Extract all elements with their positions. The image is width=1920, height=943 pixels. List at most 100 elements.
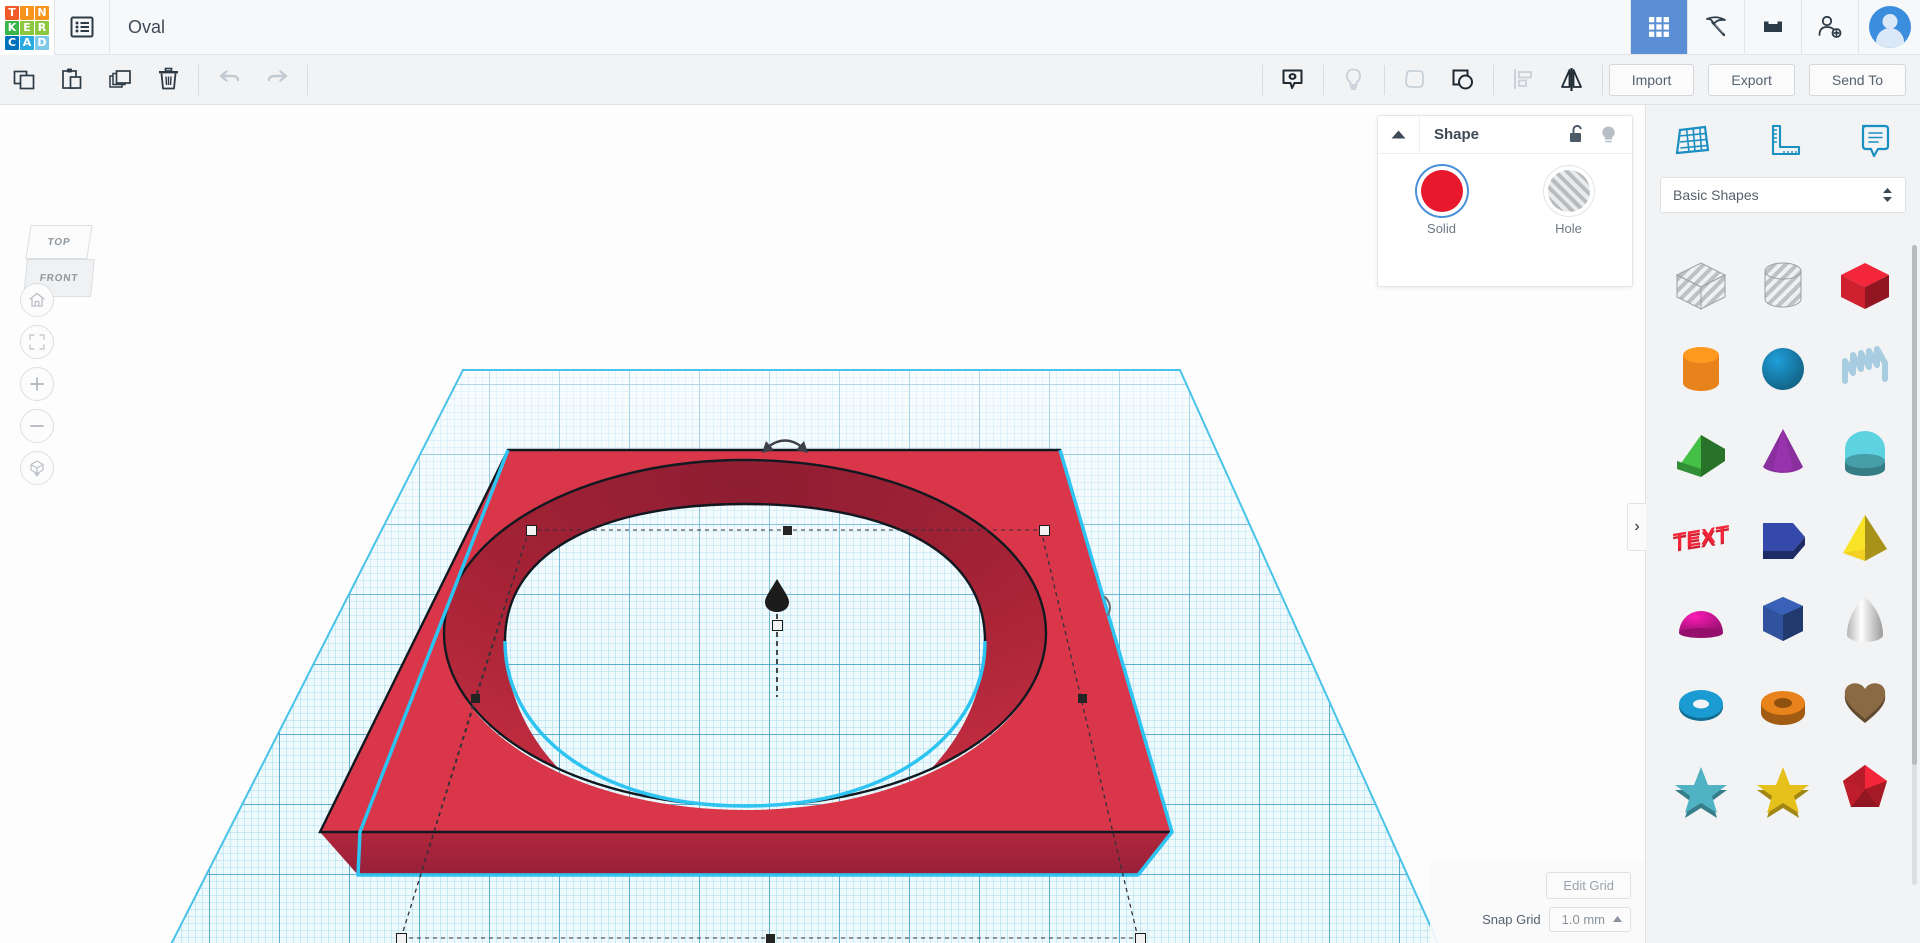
edge-handle-bottom[interactable]: [766, 934, 775, 943]
light-button[interactable]: [1330, 55, 1378, 105]
zoom-in-icon: [30, 377, 44, 391]
category-select-wrap: Basic Shapes: [1646, 177, 1920, 225]
send-to-button[interactable]: Send To: [1808, 63, 1906, 96]
delete-button[interactable]: [144, 55, 192, 105]
logo-tile-d: D: [35, 35, 49, 50]
edge-handle-left[interactable]: [471, 694, 480, 703]
sphere-blue-icon: [1762, 348, 1804, 390]
edge-handle-top[interactable]: [783, 526, 792, 535]
tab-workplane[interactable]: [1646, 120, 1737, 162]
note-button[interactable]: [1269, 55, 1317, 105]
heart-brown-icon: [1844, 683, 1886, 723]
cone-purple-icon: [1763, 429, 1803, 473]
category-select[interactable]: Basic Shapes: [1660, 177, 1906, 213]
shape-item-torus-blue[interactable]: [1660, 663, 1742, 747]
shape-option-solid[interactable]: Solid: [1378, 170, 1505, 236]
tab-notes[interactable]: [1829, 120, 1920, 162]
shape-item-star-yellow[interactable]: [1742, 747, 1824, 831]
zoom-out-button[interactable]: [20, 409, 54, 443]
zoom-in-button[interactable]: [20, 367, 54, 401]
box-red-icon: [1841, 263, 1889, 309]
copy-button[interactable]: [0, 55, 48, 105]
shape-item-text-red[interactable]: TEXT TEXT: [1660, 495, 1742, 579]
resize-handle-bottom-right[interactable]: [1135, 933, 1146, 943]
perspective-toggle-icon: [30, 460, 44, 477]
undo-button[interactable]: [205, 55, 253, 105]
shape-item-heart-brown[interactable]: [1824, 663, 1906, 747]
object-tools-group: [1256, 55, 1609, 105]
perspective-toggle-button[interactable]: [20, 451, 54, 485]
view-cube-top-face[interactable]: TOP: [25, 225, 93, 259]
edit-grid-button[interactable]: Edit Grid: [1546, 871, 1631, 899]
shape-light-button[interactable]: [1592, 125, 1624, 145]
shape-item-roof-teal[interactable]: [1824, 411, 1906, 495]
snap-grid-select[interactable]: 1.0 mm: [1548, 906, 1631, 932]
duplicate-button[interactable]: [96, 55, 144, 105]
document-title[interactable]: Oval: [110, 0, 165, 54]
sidebar-scrollbar[interactable]: [1912, 245, 1917, 885]
fit-to-view-button[interactable]: [20, 325, 54, 359]
shape-item-pyramid-yellow[interactable]: [1824, 495, 1906, 579]
logo-tile-i: I: [20, 5, 34, 20]
shape-item-wedge-green[interactable]: [1660, 411, 1742, 495]
shape-item-cylinder-hole[interactable]: [1742, 243, 1824, 327]
shape-lock-button[interactable]: [1560, 125, 1592, 144]
align-icon: [1514, 69, 1533, 89]
home-view-button[interactable]: [20, 283, 54, 317]
shape-item-box-hole[interactable]: [1660, 243, 1742, 327]
import-button[interactable]: Import: [1608, 63, 1695, 96]
sidebar-tabs: [1646, 105, 1920, 177]
pickaxe-button[interactable]: [1687, 0, 1744, 54]
shape-item-house-navy[interactable]: [1742, 495, 1824, 579]
group-button[interactable]: [1391, 55, 1439, 105]
lego-brick-button[interactable]: [1744, 0, 1801, 54]
workplane-watermark: Workplane: [206, 939, 625, 943]
shape-item-cone-purple[interactable]: [1742, 411, 1824, 495]
tool-sep-d: [1492, 64, 1494, 95]
shape-library-grid: TEXT TEXT: [1646, 237, 1920, 860]
align-button[interactable]: [1500, 55, 1548, 105]
resize-handle-bottom-left[interactable]: [396, 933, 407, 943]
top-bar: TIN KER CAD Oval: [0, 0, 1920, 55]
chevron-up-icon: [1391, 130, 1406, 139]
sidebar-collapse-toggle[interactable]: ›: [1627, 503, 1646, 551]
tool-sep-c: [1383, 64, 1385, 95]
edge-handle-right[interactable]: [1078, 694, 1087, 703]
project-menu-icon[interactable]: [55, 0, 110, 54]
shape-item-polyhedron-red[interactable]: [1824, 747, 1906, 831]
snap-grid-row: Snap Grid 1.0 mm: [1482, 906, 1631, 932]
resize-handle-top-right[interactable]: [1039, 525, 1050, 536]
shape-option-hole[interactable]: Hole: [1505, 170, 1632, 236]
redo-button[interactable]: [253, 55, 301, 105]
ungroup-button[interactable]: [1439, 55, 1487, 105]
shape-item-cylinder-orange[interactable]: [1660, 327, 1742, 411]
shape-item-box-red[interactable]: [1824, 243, 1906, 327]
shape-item-hexprism-blue[interactable]: [1742, 579, 1824, 663]
shape-item-tube-orange[interactable]: [1742, 663, 1824, 747]
user-avatar-button[interactable]: [1858, 0, 1920, 54]
resize-handle-top-left[interactable]: [526, 525, 537, 536]
height-handle[interactable]: [772, 620, 783, 631]
shape-item-paraboloid-white[interactable]: [1824, 579, 1906, 663]
tool-sep-a: [1261, 64, 1263, 95]
shape-panel-header: Shape: [1378, 115, 1632, 154]
edit-toolbar: Import Export Send To: [0, 55, 1920, 105]
sidebar-scrollbar-thumb[interactable]: [1912, 245, 1917, 765]
grid-apps-button[interactable]: [1630, 0, 1687, 54]
tinkercad-logo[interactable]: TIN KER CAD: [0, 0, 55, 55]
snap-grid-value: 1.0 mm: [1561, 911, 1605, 927]
notes-tab-icon: [1862, 124, 1890, 158]
mirror-button[interactable]: [1548, 55, 1596, 105]
paste-button[interactable]: [48, 55, 96, 105]
ruler-tab-icon: [1771, 124, 1801, 156]
shape-panel-collapse-button[interactable]: [1378, 115, 1420, 154]
tab-ruler[interactable]: [1737, 120, 1828, 162]
add-user-button[interactable]: [1801, 0, 1858, 54]
shape-item-sphere-blue[interactable]: [1742, 327, 1824, 411]
shape-item-halfsphere-pink[interactable]: [1660, 579, 1742, 663]
export-button[interactable]: Export: [1708, 63, 1795, 96]
logo-tile-k: K: [5, 20, 19, 35]
shape-item-scribble[interactable]: [1824, 327, 1906, 411]
lego-brick-icon: [1764, 21, 1782, 32]
shape-item-star-teal[interactable]: [1660, 747, 1742, 831]
